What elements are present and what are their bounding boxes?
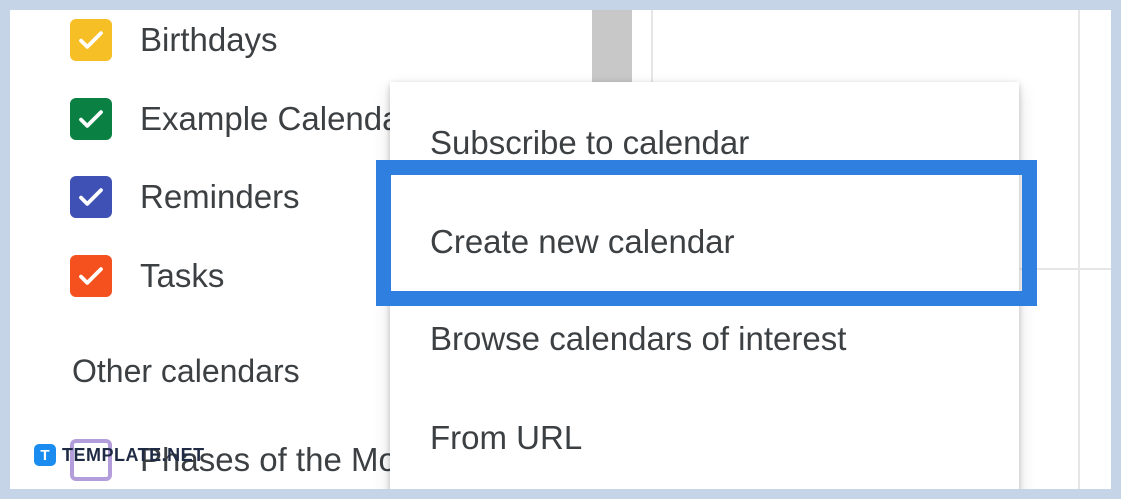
menu-item-from-url[interactable]: From URL — [390, 395, 1019, 481]
calendar-item-example-calendar[interactable]: Example Calendar — [70, 95, 411, 143]
calendar-checkbox[interactable] — [70, 176, 112, 218]
watermark-text: TEMPLATE.NET — [62, 444, 205, 465]
calendar-checkbox[interactable] — [70, 19, 112, 61]
calendar-item-reminders[interactable]: Reminders — [70, 173, 300, 221]
highlight-box — [376, 160, 1037, 306]
calendar-label: Tasks — [140, 257, 225, 294]
template-logo-icon: T — [34, 444, 56, 466]
checkmark-icon — [79, 110, 103, 128]
calendar-checkbox[interactable] — [70, 98, 112, 140]
calendar-checkbox[interactable] — [70, 255, 112, 297]
watermark: T TEMPLATE.NET — [34, 444, 205, 466]
checkmark-icon — [79, 31, 103, 49]
checkmark-icon — [79, 267, 103, 285]
other-calendars-heading: Other calendars — [72, 353, 300, 389]
calendar-label: Example Calendar — [140, 100, 412, 137]
calendar-item-birthdays[interactable]: Birthdays — [70, 16, 278, 64]
calendar-label: Reminders — [140, 178, 300, 215]
checkmark-icon — [79, 188, 103, 206]
calendar-item-tasks[interactable]: Tasks — [70, 252, 224, 300]
calendar-app-frame: Birthdays Example Calendar Reminders Tas… — [10, 10, 1111, 489]
grid-divider — [1078, 10, 1080, 489]
calendar-label: Birthdays — [140, 21, 278, 58]
menu-item-browse-calendars-of-interest[interactable]: Browse calendars of interest — [390, 296, 1019, 382]
